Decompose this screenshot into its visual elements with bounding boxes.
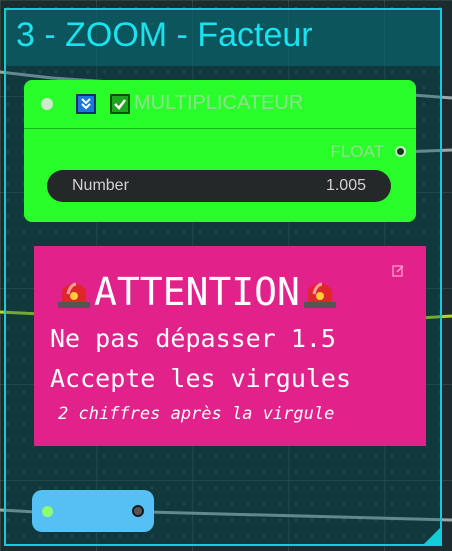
note-small-text: 2 chiffres après la virgule	[58, 404, 335, 424]
input-slot[interactable]	[42, 506, 53, 517]
attention-note[interactable]: ATTENTION Ne pas dépasser 1.5 Accepte le…	[34, 246, 426, 446]
checkmark-icon	[110, 94, 130, 114]
output-label: FLOAT	[330, 142, 384, 161]
node-header[interactable]: MULTIPLICATEUR	[24, 80, 416, 129]
edit-icon[interactable]	[392, 264, 404, 277]
siren-icon	[58, 282, 90, 308]
widget-name: Number	[72, 177, 129, 194]
note-title: ATTENTION	[54, 270, 340, 314]
reroute-node[interactable]	[32, 490, 154, 532]
output-slot[interactable]	[395, 146, 406, 157]
blue-arrows-icon	[76, 94, 96, 114]
output-slot[interactable]	[132, 505, 144, 517]
group-title: 3 - ZOOM - Facteur	[16, 16, 313, 54]
siren-icon	[303, 282, 336, 308]
widget-value: 1.005	[325, 177, 366, 194]
group-header[interactable]: 3 - ZOOM - Facteur	[6, 10, 440, 66]
multiplicateur-node[interactable]: MULTIPLICATEUR FLOAT Number 1.005	[24, 80, 416, 222]
note-title-text: ATTENTION	[94, 270, 300, 314]
number-widget[interactable]: Number 1.005	[47, 170, 391, 202]
note-line-2: Accepte les virgules	[50, 364, 352, 393]
node-title: MULTIPLICATEUR	[134, 92, 304, 114]
resize-handle-icon[interactable]	[424, 528, 440, 544]
collapse-toggle-icon[interactable]	[41, 98, 53, 110]
note-line-1: Ne pas dépasser 1.5	[50, 324, 336, 353]
